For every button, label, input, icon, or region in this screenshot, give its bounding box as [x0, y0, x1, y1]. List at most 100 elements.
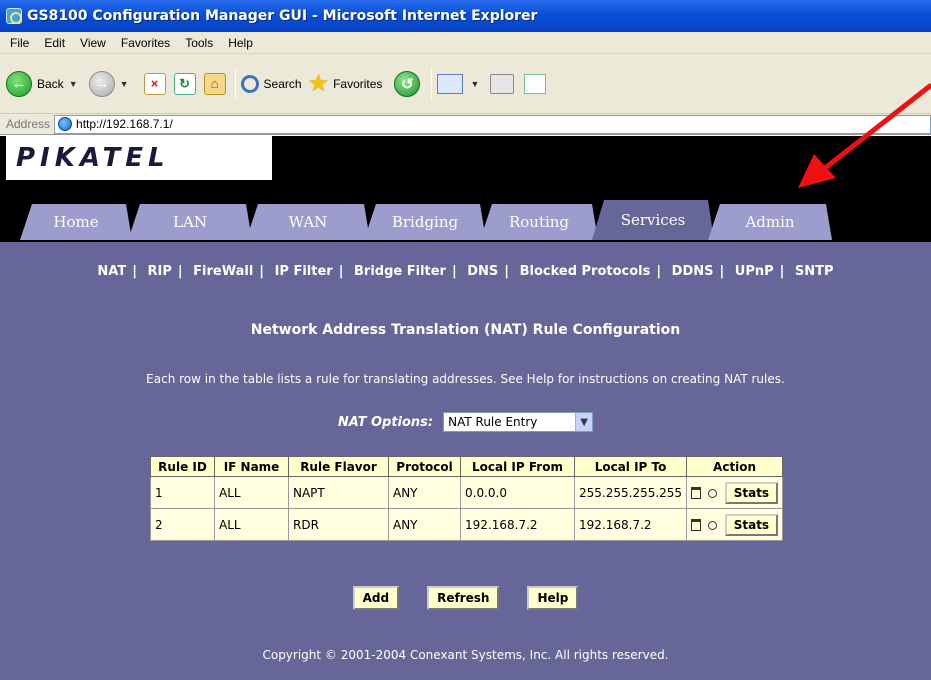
col-local-ip-from: Local IP From — [460, 456, 575, 477]
print-icon[interactable] — [490, 73, 515, 94]
favorites-button[interactable]: ★ Favorites — [308, 69, 383, 98]
back-dropdown-icon[interactable]: ▼ — [69, 79, 78, 89]
forward-arrow-icon: → — [88, 70, 115, 97]
stop-icon[interactable]: × — [143, 72, 166, 95]
tab-lan[interactable]: LAN — [128, 204, 252, 240]
table-header-row: Rule ID IF Name Rule Flavor Protocol Loc… — [150, 456, 784, 477]
subnav-upnp[interactable]: UPnP — [735, 264, 774, 279]
back-button[interactable]: ← Back ▼ — [6, 70, 83, 97]
nat-options-label: NAT Options: — [337, 414, 434, 430]
col-protocol: Protocol — [388, 456, 461, 477]
tab-wan[interactable]: WAN — [246, 204, 370, 240]
cell-if-name: ALL — [214, 476, 289, 509]
menu-bar: File Edit View Favorites Tools Help — [0, 32, 931, 54]
back-label: Back — [37, 76, 64, 91]
home-icon[interactable]: ⌂ — [203, 72, 226, 95]
view-icon[interactable] — [707, 488, 717, 498]
address-url: http://192.168.7.1/ — [76, 117, 173, 131]
stats-button[interactable]: Stats — [724, 481, 779, 504]
tab-routing[interactable]: Routing — [480, 204, 598, 240]
back-arrow-icon: ← — [6, 70, 32, 97]
add-button[interactable]: Add — [352, 586, 400, 610]
address-bar: Address http://192.168.7.1/ — [0, 114, 931, 135]
tab-services[interactable]: Services — [592, 200, 714, 240]
address-label: Address — [6, 117, 51, 131]
subnav-ddns[interactable]: DDNS — [672, 264, 714, 279]
menu-file[interactable]: File — [4, 36, 38, 50]
forward-button[interactable]: → ▼ — [88, 70, 134, 97]
favorites-label: Favorites — [333, 76, 383, 91]
mail-icon[interactable] — [437, 73, 464, 94]
mail-dropdown-icon[interactable]: ▼ — [470, 79, 479, 89]
delete-icon[interactable] — [691, 519, 702, 531]
stats-button[interactable]: Stats — [724, 513, 779, 536]
ie-window-icon — [6, 8, 22, 24]
tab-admin[interactable]: Admin — [708, 204, 832, 240]
forward-dropdown-icon[interactable]: ▼ — [120, 79, 129, 89]
chevron-down-icon[interactable]: ▼ — [575, 413, 593, 431]
cell-rule-id: 1 — [150, 476, 215, 509]
nat-options-select[interactable]: NAT Rule Entry ▼ — [443, 412, 594, 432]
page-title: Network Address Translation (NAT) Rule C… — [250, 322, 681, 338]
search-button[interactable]: Search — [240, 74, 302, 93]
col-rule-id: Rule ID — [150, 456, 215, 477]
toolbar-separator — [234, 68, 236, 99]
edit-icon[interactable] — [524, 73, 547, 94]
address-input[interactable]: http://192.168.7.1/ — [54, 114, 931, 134]
page-description: Each row in the table lists a rule for t… — [146, 372, 785, 386]
delete-icon[interactable] — [691, 487, 702, 499]
subnav-dns[interactable]: DNS — [467, 264, 498, 279]
favorites-star-icon: ★ — [307, 70, 330, 97]
menu-view[interactable]: View — [74, 36, 115, 50]
refresh-button[interactable]: Refresh — [427, 586, 500, 610]
table-row: 1 ALL NAPT ANY 0.0.0.0 255.255.255.255 S… — [150, 476, 784, 509]
cell-local-ip-from: 0.0.0.0 — [460, 476, 575, 509]
view-icon[interactable] — [707, 520, 717, 530]
cell-rule-flavor: NAPT — [288, 476, 389, 509]
help-button[interactable]: Help — [527, 586, 579, 610]
tab-home[interactable]: Home — [20, 204, 132, 240]
col-action: Action — [686, 456, 784, 477]
subnav-ip-filter[interactable]: IP Filter — [275, 264, 333, 279]
search-icon — [240, 74, 259, 93]
cell-protocol: ANY — [388, 476, 461, 509]
subnav-firewall[interactable]: FireWall — [193, 264, 253, 279]
menu-help[interactable]: Help — [222, 36, 262, 50]
main-tabs: Home LAN WAN Bridging Routing Services A… — [0, 198, 931, 240]
menu-favorites[interactable]: Favorites — [115, 36, 179, 50]
cell-local-ip-to: 192.168.7.2 — [573, 508, 688, 541]
cell-local-ip-to: 255.255.255.255 — [573, 476, 688, 509]
col-local-ip-to: Local IP To — [573, 456, 688, 477]
services-subnav: NAT | RIP | FireWall | IP Filter | Bridge Fi… — [97, 264, 834, 279]
subnav-rip[interactable]: RIP — [148, 264, 172, 279]
action-buttons: Add Refresh Help — [0, 586, 931, 610]
subnav-sntp[interactable]: SNTP — [795, 264, 834, 279]
pikatel-logo: PIKATEL — [6, 136, 272, 180]
cell-rule-id: 2 — [150, 508, 215, 541]
browser-toolbar: ← Back ▼ → ▼ × ↻ ⌂ Search ★ Favorites ↺ … — [0, 54, 931, 114]
subnav-nat[interactable]: NAT — [97, 264, 126, 279]
cell-action: Stats — [686, 508, 784, 541]
col-rule-flavor: Rule Flavor — [288, 456, 389, 477]
window-title: GS8100 Configuration Manager GUI - Micro… — [27, 8, 538, 24]
window-titlebar: GS8100 Configuration Manager GUI - Micro… — [0, 0, 931, 32]
page-header: PIKATEL Home LAN WAN Bridging Routing Se… — [0, 136, 931, 242]
subnav-blocked-protocols[interactable]: Blocked Protocols — [520, 264, 651, 279]
menu-tools[interactable]: Tools — [179, 36, 222, 50]
col-if-name: IF Name — [214, 456, 289, 477]
tab-bridging[interactable]: Bridging — [364, 204, 486, 240]
subnav-bridge-filter[interactable]: Bridge Filter — [354, 264, 446, 279]
search-label: Search — [263, 76, 302, 91]
copyright-footer: Copyright © 2001-2004 Conexant Systems, … — [262, 648, 669, 662]
cell-protocol: ANY — [388, 508, 461, 541]
nat-rules-table: Rule ID IF Name Rule Flavor Protocol Loc… — [150, 456, 784, 541]
nat-options-value: NAT Rule Entry — [448, 415, 538, 429]
menu-edit[interactable]: Edit — [38, 36, 74, 50]
table-row: 2 ALL RDR ANY 192.168.7.2 192.168.7.2 St… — [150, 508, 784, 541]
ie-page-icon — [58, 117, 73, 131]
cell-local-ip-from: 192.168.7.2 — [460, 508, 575, 541]
cell-if-name: ALL — [214, 508, 289, 541]
refresh-icon[interactable]: ↻ — [173, 72, 196, 95]
history-icon[interactable]: ↺ — [394, 70, 421, 97]
cell-action: Stats — [686, 476, 784, 509]
